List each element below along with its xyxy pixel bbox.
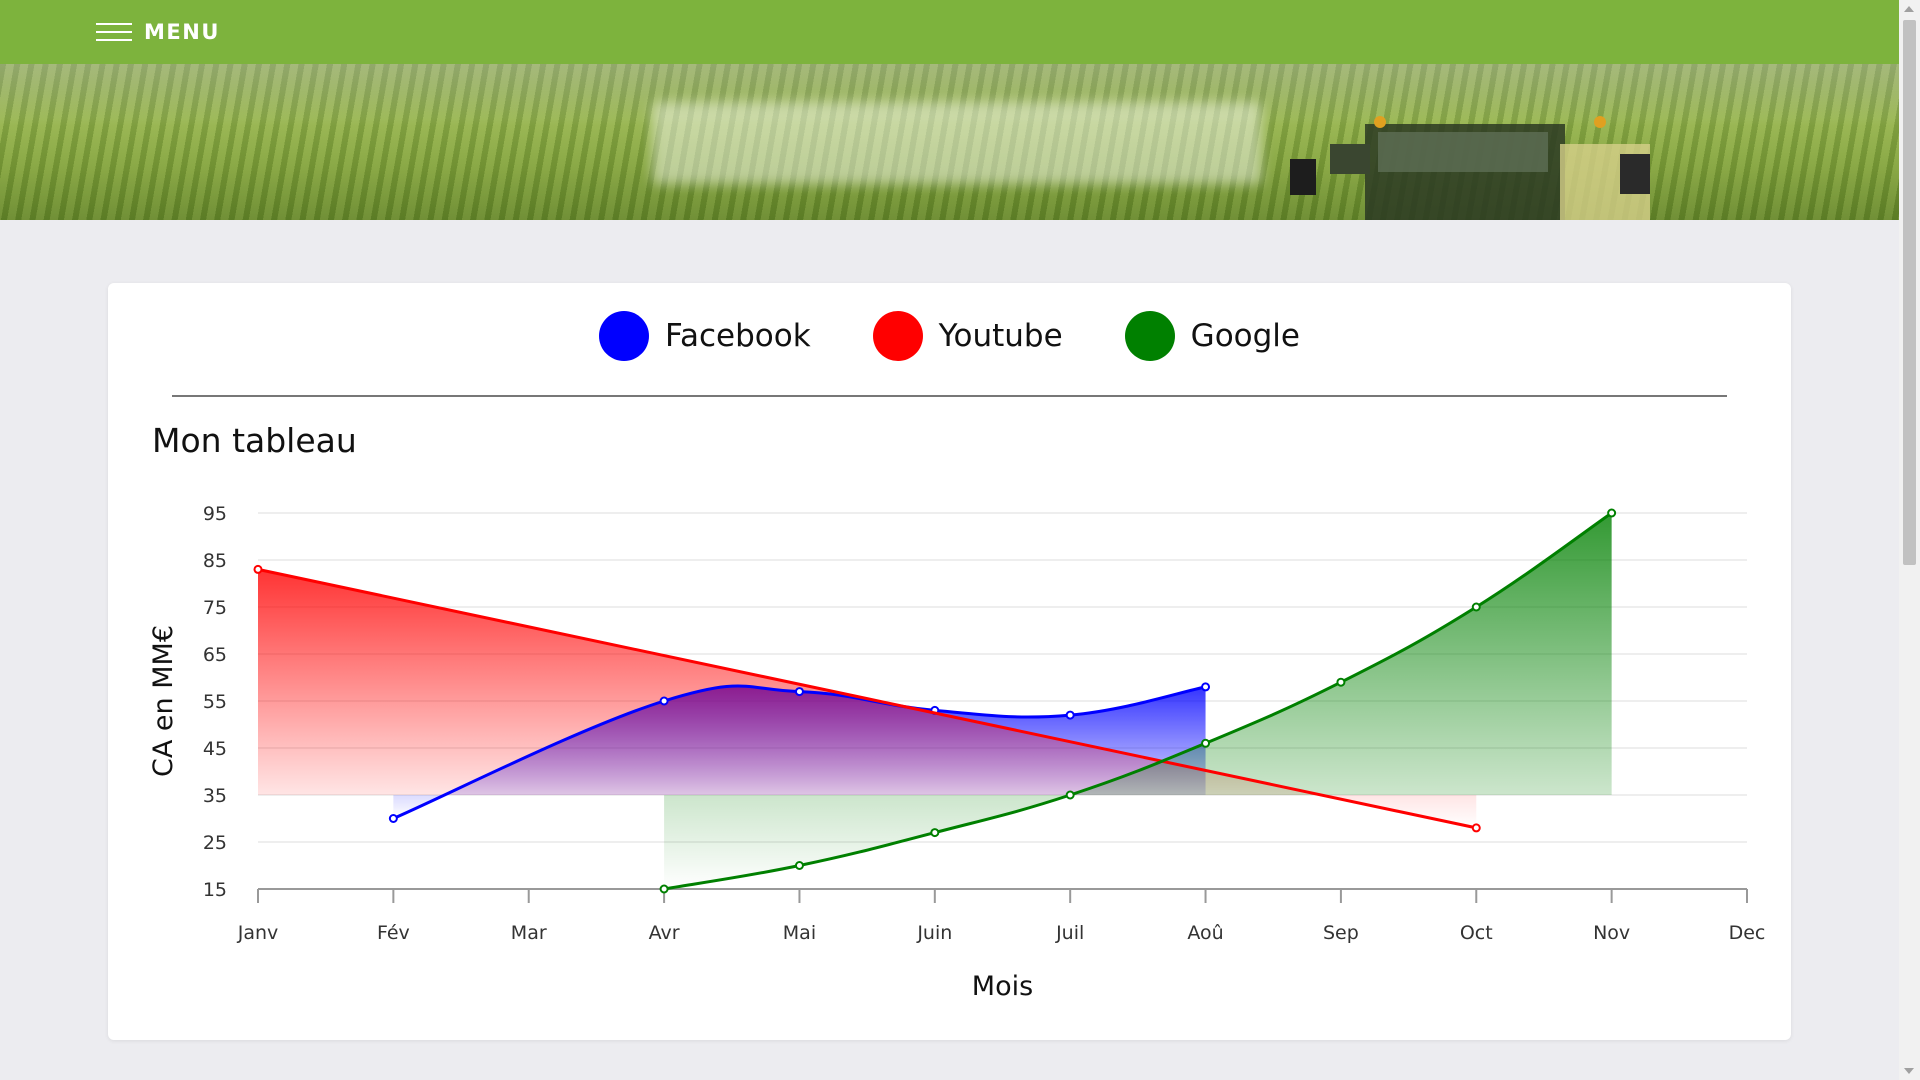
data-point-facebook (794, 687, 804, 697)
x-tick-label: Mar (511, 922, 547, 944)
x-tick-label: Mai (783, 922, 816, 944)
data-point-google (1065, 790, 1075, 800)
x-tick-label: Fév (377, 922, 410, 944)
top-navbar: MENU (0, 0, 1899, 64)
blurred-logo (652, 102, 1262, 184)
y-tick-label: 35 (203, 785, 227, 807)
y-tick-label: 45 (203, 738, 227, 760)
x-tick-label: Aoû (1187, 922, 1223, 944)
x-tick-label: Nov (1593, 922, 1630, 944)
data-point-google (1201, 738, 1211, 748)
menu-button[interactable]: MENU (96, 20, 220, 44)
scrollbar[interactable] (1899, 0, 1920, 1080)
x-tick-label: Sep (1323, 922, 1359, 944)
scroll-thumb[interactable] (1903, 20, 1916, 565)
data-point-facebook (1201, 682, 1211, 692)
data-point-google (1607, 508, 1617, 518)
tractor-image (1290, 116, 1650, 220)
data-point-google (1336, 677, 1346, 687)
scroll-up-arrow-icon[interactable] (1904, 6, 1914, 12)
x-tick-label: Juin (916, 922, 952, 944)
x-tick-label: Juil (1055, 922, 1084, 944)
y-tick-label: 55 (203, 691, 227, 713)
data-point-youtube (253, 564, 263, 574)
data-point-facebook (388, 814, 398, 823)
data-point-google (794, 861, 804, 870)
chart-card: Facebook Youtube Google Mon tableau 95 85… (108, 283, 1791, 1040)
y-tick-label: 25 (203, 832, 227, 854)
y-axis-title: CA en MM€ (148, 625, 179, 777)
line-chart: 95 85 75 65 55 45 35 25 15 Janv Fév Mar Avr Mai Juin Ju… (148, 503, 1766, 1002)
header-banner (0, 64, 1899, 220)
hamburger-icon (96, 23, 132, 41)
menu-label: MENU (144, 20, 220, 44)
y-tick-label: 75 (203, 597, 227, 619)
x-tick-label: Dec (1729, 922, 1766, 944)
data-point-google (659, 884, 669, 894)
data-point-google (930, 828, 940, 838)
x-tick-label: Oct (1460, 922, 1493, 944)
y-tick-label: 15 (203, 879, 227, 901)
data-point-facebook (659, 696, 669, 706)
scroll-down-arrow-icon[interactable] (1904, 1068, 1914, 1074)
x-axis-title: Mois (972, 971, 1033, 1002)
y-tick-label: 85 (203, 550, 227, 572)
data-point-google (1471, 602, 1481, 612)
x-tick-label: Janv (237, 922, 279, 944)
x-tick-label: Avr (649, 922, 680, 944)
data-point-facebook (1065, 710, 1075, 720)
data-point-youtube (1471, 823, 1481, 833)
y-tick-label: 95 (203, 503, 227, 525)
y-tick-label: 65 (203, 644, 227, 666)
